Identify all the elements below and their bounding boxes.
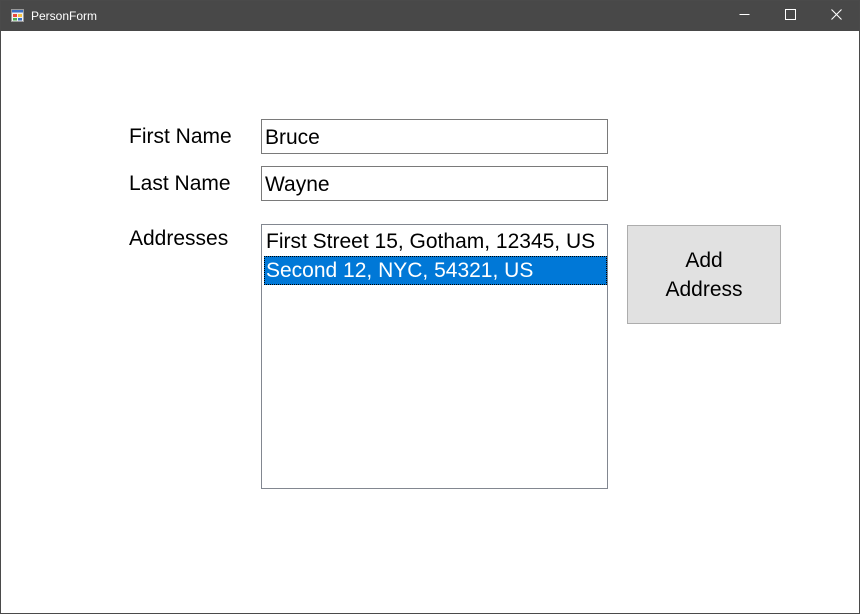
address-list-item-selected[interactable]: Second 12, NYC, 54321, US: [264, 256, 607, 285]
maximize-icon: [784, 7, 796, 25]
addresses-listbox[interactable]: First Street 15, Gotham, 12345, US Secon…: [261, 224, 608, 489]
title-bar[interactable]: PersonForm: [1, 1, 859, 31]
add-address-button-label: Add Address: [665, 248, 743, 301]
last-name-field[interactable]: [261, 166, 608, 201]
window-title: PersonForm: [31, 9, 98, 23]
close-icon: [830, 7, 842, 25]
add-address-button[interactable]: Add Address: [627, 225, 781, 324]
close-button[interactable]: [813, 1, 859, 31]
first-name-field[interactable]: [261, 119, 608, 154]
addresses-label: Addresses: [129, 227, 229, 250]
last-name-label: Last Name: [129, 172, 231, 195]
form-client-area: First Name Last Name Addresses First Str…: [1, 31, 859, 613]
minimize-icon: [739, 7, 750, 25]
person-form-window: PersonForm First Name Last Name Addres: [0, 0, 860, 614]
maximize-button[interactable]: [767, 1, 813, 31]
minimize-button[interactable]: [721, 1, 767, 31]
first-name-label: First Name: [129, 125, 232, 148]
address-list-item[interactable]: First Street 15, Gotham, 12345, US: [264, 227, 607, 256]
winforms-form-icon[interactable]: [11, 9, 24, 22]
